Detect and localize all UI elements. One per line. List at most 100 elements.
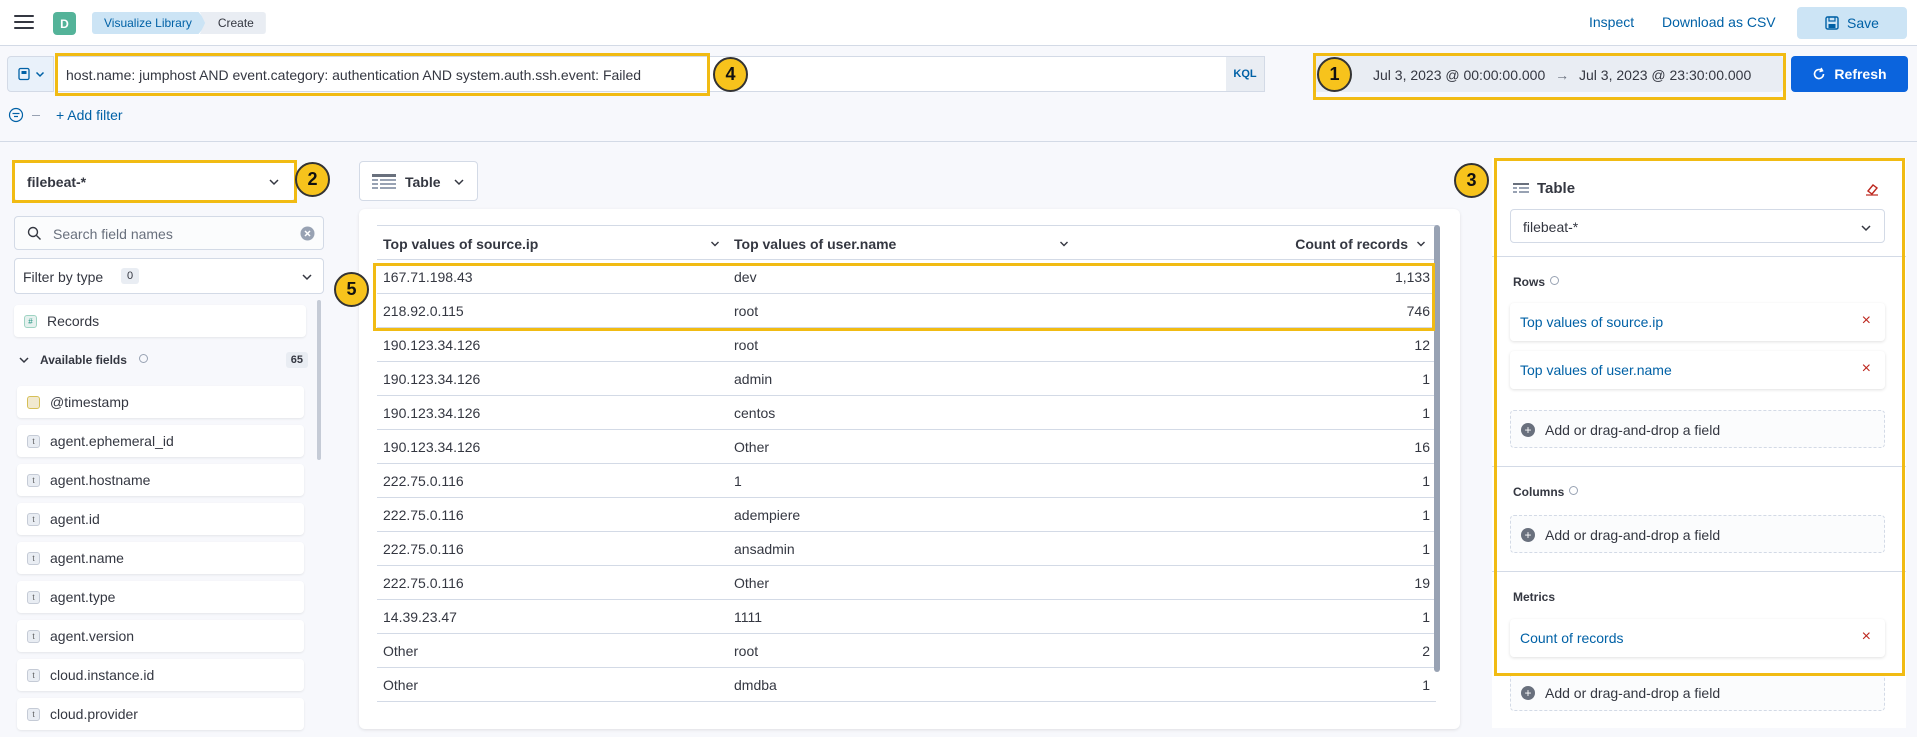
- cell-count[interactable]: 19: [1414, 575, 1430, 591]
- saved-query-button[interactable]: [7, 56, 54, 92]
- table-row: 222.75.0.116 1 1: [377, 464, 1436, 498]
- chart-type-label: Table: [405, 174, 441, 190]
- field-item[interactable]: t agent.ephemeral_id: [17, 425, 304, 457]
- chevron-down-icon[interactable]: [710, 239, 720, 249]
- callout-badge: 4: [713, 57, 748, 92]
- field-label: cloud.provider: [50, 706, 138, 722]
- cell-user-name[interactable]: ansadmin: [734, 541, 795, 557]
- cell-count[interactable]: 16: [1414, 439, 1430, 455]
- cell-count[interactable]: 1: [1422, 677, 1430, 693]
- chevron-down-icon: [19, 357, 29, 364]
- table-row: Other dmdba 1: [377, 668, 1436, 702]
- table-row: 190.123.34.126 centos 1: [377, 396, 1436, 430]
- table-row: 14.39.23.47 1111 1: [377, 600, 1436, 634]
- cell-source-ip[interactable]: 14.39.23.47: [383, 609, 457, 625]
- field-search-input[interactable]: Search field names: [14, 216, 324, 250]
- cell-count[interactable]: 1: [1422, 473, 1430, 489]
- cell-count[interactable]: 2: [1422, 643, 1430, 659]
- cell-user-name[interactable]: adempiere: [734, 507, 800, 523]
- field-item[interactable]: t agent.name: [17, 542, 304, 574]
- cell-count[interactable]: 1: [1422, 507, 1430, 523]
- chevron-down-icon[interactable]: [1416, 239, 1426, 249]
- clear-icon[interactable]: [300, 226, 315, 241]
- table-row: 190.123.34.126 Other 16: [377, 430, 1436, 464]
- cell-source-ip[interactable]: 222.75.0.116: [383, 507, 464, 523]
- filter-row: + Add filter: [8, 107, 123, 123]
- cell-count[interactable]: 1: [1422, 541, 1430, 557]
- menu-icon[interactable]: [14, 13, 34, 31]
- cell-source-ip[interactable]: 190.123.34.126: [383, 439, 480, 455]
- available-fields-label: Available fields: [40, 353, 127, 367]
- field-label: agent.type: [50, 589, 116, 605]
- field-label: agent.version: [50, 628, 135, 644]
- cell-count[interactable]: 12: [1414, 337, 1430, 353]
- callout-highlight-config: [1494, 158, 1905, 676]
- cell-count[interactable]: 1: [1422, 609, 1430, 625]
- date-field-icon: [27, 396, 40, 409]
- field-list: @timestamp t agent.ephemeral_id t agent.ho…: [17, 386, 304, 737]
- cell-source-ip[interactable]: 190.123.34.126: [383, 337, 480, 353]
- cell-source-ip[interactable]: 190.123.34.126: [383, 405, 480, 421]
- chevron-down-icon[interactable]: [1059, 239, 1069, 249]
- refresh-icon: [1814, 67, 1825, 80]
- breadcrumb-visualize-library[interactable]: Visualize Library: [92, 12, 208, 34]
- text-field-icon: t: [27, 435, 40, 448]
- callout-badge: 1: [1317, 57, 1352, 92]
- refresh-button[interactable]: Refresh: [1791, 56, 1908, 92]
- field-item[interactable]: t agent.version: [17, 620, 304, 652]
- cell-user-name[interactable]: 1: [734, 473, 742, 489]
- text-field-icon: t: [27, 708, 40, 721]
- available-fields-count: 65: [285, 352, 308, 368]
- field-item[interactable]: @timestamp: [17, 386, 304, 418]
- inspect-link[interactable]: Inspect: [1589, 14, 1634, 30]
- breadcrumb: Visualize Library Create: [92, 12, 266, 34]
- field-label: agent.id: [50, 511, 100, 527]
- cell-count[interactable]: 1: [1422, 371, 1430, 387]
- column-header-user-name[interactable]: Top values of user.name: [734, 236, 896, 252]
- cell-user-name[interactable]: Other: [734, 439, 769, 455]
- kql-toggle[interactable]: KQL: [1226, 57, 1264, 91]
- records-field[interactable]: # Records: [14, 305, 306, 337]
- cell-user-name[interactable]: centos: [734, 405, 775, 421]
- available-fields-header[interactable]: Available fields 65: [16, 350, 308, 372]
- cell-user-name[interactable]: root: [734, 337, 758, 353]
- cell-source-ip[interactable]: 190.123.34.126: [383, 371, 480, 387]
- field-list-scrollbar[interactable]: [317, 300, 321, 460]
- cell-user-name[interactable]: root: [734, 643, 758, 659]
- field-item[interactable]: t agent.hostname: [17, 464, 304, 496]
- cell-user-name[interactable]: admin: [734, 371, 772, 387]
- field-label: cloud.instance.id: [50, 667, 155, 683]
- field-item[interactable]: t agent.id: [17, 503, 304, 535]
- callout-highlight-top-rows: [373, 263, 1435, 331]
- cell-user-name[interactable]: Other: [734, 575, 769, 591]
- cell-source-ip[interactable]: 222.75.0.116: [383, 575, 464, 591]
- field-label: agent.hostname: [50, 472, 151, 488]
- cell-source-ip[interactable]: 222.75.0.116: [383, 473, 464, 489]
- chart-type-selector[interactable]: Table: [359, 161, 478, 201]
- cell-source-ip[interactable]: Other: [383, 643, 418, 659]
- field-item[interactable]: t cloud.provider: [17, 698, 304, 730]
- cell-source-ip[interactable]: 222.75.0.116: [383, 541, 464, 557]
- filter-options-icon[interactable]: [8, 107, 24, 123]
- column-header-source-ip[interactable]: Top values of source.ip: [383, 236, 538, 252]
- save-button[interactable]: Save: [1797, 7, 1907, 39]
- cell-source-ip[interactable]: Other: [383, 677, 418, 693]
- cell-user-name[interactable]: 1111: [734, 609, 762, 625]
- download-csv-link[interactable]: Download as CSV: [1662, 14, 1776, 30]
- cell-count[interactable]: 1: [1422, 405, 1430, 421]
- add-metric-field[interactable]: + Add or drag-and-drop a field: [1510, 673, 1885, 711]
- plus-icon: +: [1521, 686, 1535, 700]
- field-item[interactable]: t cloud.instance.id: [17, 659, 304, 691]
- filter-divider: [32, 114, 40, 116]
- saved-query-icon: [17, 67, 30, 81]
- space-avatar[interactable]: D: [53, 12, 76, 35]
- add-filter-button[interactable]: + Add filter: [56, 107, 123, 123]
- filter-count-badge: 0: [121, 268, 140, 284]
- text-field-icon: t: [27, 513, 40, 526]
- column-header-count[interactable]: Count of records: [1295, 236, 1408, 252]
- filter-by-type[interactable]: Filter by type 0: [14, 258, 324, 294]
- field-label: @timestamp: [50, 394, 129, 410]
- field-item[interactable]: t agent.type: [17, 581, 304, 613]
- cell-user-name[interactable]: dmdba: [734, 677, 777, 693]
- text-field-icon: t: [27, 630, 40, 643]
